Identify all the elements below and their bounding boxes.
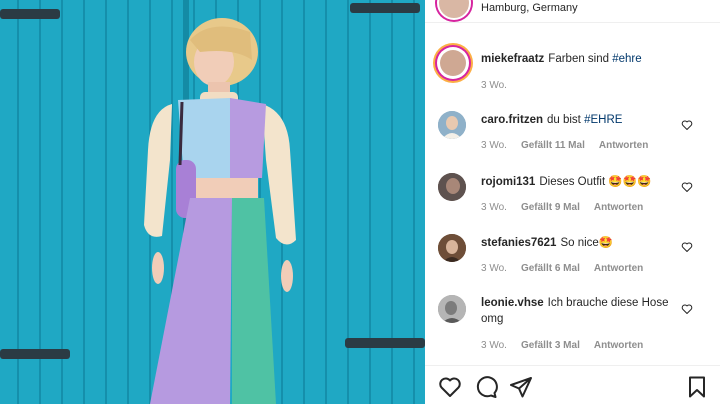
caption-hashtag[interactable]: #ehre bbox=[612, 53, 641, 65]
comment-likes[interactable]: Gefällt 6 Mal bbox=[521, 263, 580, 274]
comment-body: So nice🤩 bbox=[560, 237, 614, 249]
caption-text: miekefraatz Farben sind #ehre bbox=[481, 51, 691, 67]
comment-text: caro.fritzen du bist #EHRE bbox=[481, 112, 691, 128]
comment-text: stefanies7621 So nice🤩 bbox=[481, 235, 691, 251]
commenter-avatar[interactable] bbox=[438, 173, 466, 201]
comment-username[interactable]: caro.fritzen bbox=[481, 114, 543, 126]
comment-age[interactable]: 3 Wo. bbox=[481, 263, 507, 274]
caption-age[interactable]: 3 Wo. bbox=[481, 80, 507, 91]
comment-username[interactable]: leonie.vhse bbox=[481, 297, 544, 309]
caption-username[interactable]: miekefraatz bbox=[481, 53, 544, 65]
comments-panel: Hamburg, Germany miekefraatz Farben sind … bbox=[425, 0, 720, 404]
heart-icon[interactable] bbox=[681, 303, 693, 315]
comment-likes[interactable]: Gefällt 3 Mal bbox=[521, 340, 580, 351]
caption-avatar[interactable] bbox=[437, 47, 469, 79]
avatar-photo bbox=[438, 173, 466, 201]
post-actions bbox=[425, 365, 720, 405]
comment-age[interactable]: 3 Wo. bbox=[481, 202, 507, 213]
comment-body: du bist bbox=[547, 114, 581, 126]
comment-meta: 3 Wo. Gefällt 9 Mal Antworten bbox=[481, 202, 657, 213]
commenter-avatar[interactable] bbox=[438, 234, 466, 262]
comment-likes[interactable]: Gefällt 11 Mal bbox=[521, 140, 585, 151]
commenter-avatar[interactable] bbox=[438, 111, 466, 139]
reply-button[interactable]: Antworten bbox=[594, 340, 643, 351]
comment-text: leonie.vhse Ich brauche diese Hose omg bbox=[481, 295, 691, 327]
reply-button[interactable]: Antworten bbox=[594, 263, 643, 274]
comment-username[interactable]: rojomi131 bbox=[481, 176, 535, 188]
comment-hashtag[interactable]: #EHRE bbox=[584, 114, 622, 126]
reply-button[interactable]: Antworten bbox=[599, 140, 648, 151]
commenter-avatar[interactable] bbox=[438, 295, 466, 323]
bookmark-icon[interactable] bbox=[685, 375, 709, 399]
comment-meta: 3 Wo. Gefällt 6 Mal Antworten bbox=[481, 263, 657, 274]
avatar-photo bbox=[438, 234, 466, 262]
post-location[interactable]: Hamburg, Germany bbox=[481, 2, 578, 14]
comment-body: Dieses Outfit 🤩🤩🤩 bbox=[539, 176, 652, 188]
post-photo[interactable] bbox=[0, 0, 425, 404]
heart-icon[interactable] bbox=[681, 181, 693, 193]
heart-icon[interactable] bbox=[438, 375, 462, 399]
avatar-photo bbox=[438, 111, 466, 139]
caption-meta: 3 Wo. bbox=[481, 80, 521, 91]
post-header: Hamburg, Germany bbox=[425, 0, 720, 23]
comment-meta: 3 Wo. Gefällt 11 Mal Antworten bbox=[481, 140, 662, 151]
comment-icon[interactable] bbox=[474, 375, 498, 399]
share-icon[interactable] bbox=[509, 375, 533, 399]
comment-likes[interactable]: Gefällt 9 Mal bbox=[521, 202, 580, 213]
comment-age[interactable]: 3 Wo. bbox=[481, 140, 507, 151]
heart-icon[interactable] bbox=[681, 241, 693, 253]
post-image bbox=[0, 0, 425, 404]
comment-age[interactable]: 3 Wo. bbox=[481, 340, 507, 351]
caption-body: Farben sind bbox=[548, 53, 610, 65]
comment-text: rojomi131 Dieses Outfit 🤩🤩🤩 bbox=[481, 174, 691, 190]
reply-button[interactable]: Antworten bbox=[594, 202, 643, 213]
avatar-photo bbox=[438, 295, 466, 323]
comment-username[interactable]: stefanies7621 bbox=[481, 237, 556, 249]
author-avatar[interactable] bbox=[437, 0, 471, 20]
heart-icon[interactable] bbox=[681, 119, 693, 131]
comment-meta: 3 Wo. Gefällt 3 Mal Antworten bbox=[481, 340, 657, 351]
